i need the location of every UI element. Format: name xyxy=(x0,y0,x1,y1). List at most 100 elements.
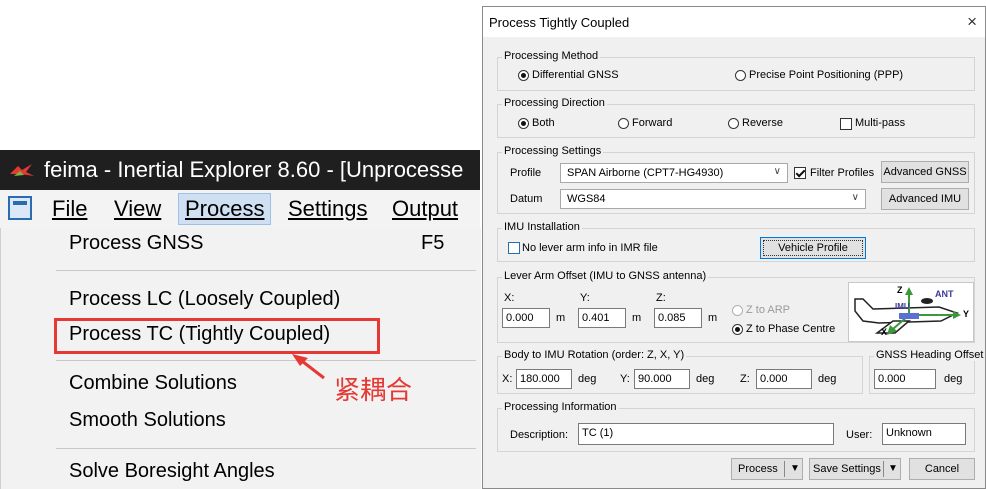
menu-item-smooth-solutions[interactable]: Smooth Solutions xyxy=(69,405,226,435)
user-input[interactable]: Unknown xyxy=(882,423,966,445)
description-input[interactable]: TC (1) xyxy=(578,423,834,445)
process-tc-dialog: Process Tightly Coupled × Processing Met… xyxy=(482,6,986,489)
lever-arm-x-input[interactable]: 0.000 xyxy=(502,308,550,328)
processing-info-group: Processing Information Description: TC (… xyxy=(497,401,975,452)
z-label: Z: xyxy=(656,292,666,304)
ie-window-title: feima - Inertial Explorer 8.60 - [Unproc… xyxy=(44,157,464,182)
advanced-gnss-button[interactable]: Advanced GNSS xyxy=(881,161,969,183)
radio-both[interactable] xyxy=(518,118,529,129)
radio-z-to-phase-centre[interactable] xyxy=(732,324,743,335)
unit-label: deg xyxy=(818,373,837,385)
gnss-heading-group: GNSS Heading Offset 0.000 deg xyxy=(869,349,986,394)
z-label: Z: xyxy=(740,373,750,385)
red-arrow-icon xyxy=(292,354,325,380)
unit-label: m xyxy=(708,312,718,324)
radio-label: Reverse xyxy=(742,117,783,129)
radio-reverse[interactable] xyxy=(728,118,739,129)
datum-select[interactable]: WGS84 ∨ xyxy=(560,189,866,209)
menu-output[interactable]: Output xyxy=(386,194,464,224)
menu-item-process-lc[interactable]: Process LC (Loosely Coupled) xyxy=(69,284,340,314)
radio-differential-gnss[interactable] xyxy=(518,70,529,81)
checkbox-label: Filter Profiles xyxy=(810,167,875,179)
menu-separator xyxy=(56,448,476,449)
group-label: Processing Direction xyxy=(502,97,607,109)
checkbox-label: No lever arm info in IMR file xyxy=(522,242,658,254)
rotation-y-input[interactable]: 90.000 xyxy=(634,369,690,389)
processing-method-group: Processing Method Differential GNSS Prec… xyxy=(497,50,975,91)
group-label: Processing Settings xyxy=(502,145,604,157)
profile-label: Profile xyxy=(510,167,542,179)
chevron-down-icon: ∨ xyxy=(851,192,859,203)
radio-forward[interactable] xyxy=(618,118,629,129)
save-settings-button[interactable]: Save Settings ▼ xyxy=(809,458,901,480)
group-label: IMU Installation xyxy=(502,221,582,233)
group-label: GNSS Heading Offset xyxy=(874,349,986,361)
cancel-button[interactable]: Cancel xyxy=(909,458,975,480)
diagram-y-label: Y xyxy=(963,309,970,319)
chevron-down-icon: ∨ xyxy=(773,166,781,177)
unit-label: m xyxy=(632,312,642,324)
gnss-heading-input[interactable]: 0.000 xyxy=(874,369,936,389)
unit-label: deg xyxy=(696,373,715,385)
ie-title-bar: feima - Inertial Explorer 8.60 - [Unproc… xyxy=(0,150,480,190)
diagram-imu-label: IMU xyxy=(895,302,910,311)
radio-z-to-arp[interactable] xyxy=(732,305,743,316)
radio-label: Forward xyxy=(632,117,673,129)
checkbox-no-lever-arm[interactable] xyxy=(508,242,520,254)
user-label: User: xyxy=(846,429,873,441)
checkbox-multi-pass[interactable] xyxy=(840,118,852,130)
x-label: X: xyxy=(502,373,513,385)
group-label: Processing Method xyxy=(502,50,601,62)
menu-item-process-gnss[interactable]: Process GNSS xyxy=(69,228,203,258)
unit-label: deg xyxy=(578,373,597,385)
feima-logo-icon xyxy=(10,164,34,176)
close-icon[interactable]: × xyxy=(967,12,977,32)
dialog-title-bar: Process Tightly Coupled × xyxy=(483,7,985,37)
rotation-z-input[interactable]: 0.000 xyxy=(756,369,812,389)
aircraft-diagram-icon xyxy=(854,287,961,335)
ie-menubar: File View Process Settings Output xyxy=(0,190,480,228)
checkbox-label: Multi-pass xyxy=(855,117,906,129)
description-label: Description: xyxy=(510,429,569,441)
menu-item-solve-boresight[interactable]: Solve Boresight Angles xyxy=(69,456,275,486)
radio-ppp[interactable] xyxy=(735,70,746,81)
datum-value: WGS84 xyxy=(567,193,606,205)
annotation-label: 紧耦合 xyxy=(334,376,413,406)
menu-view[interactable]: View xyxy=(108,194,167,224)
radio-label: Differential GNSS xyxy=(532,69,619,81)
body-rotation-group: Body to IMU Rotation (order: Z, X, Y) X:… xyxy=(497,349,863,394)
rotation-x-input[interactable]: 180.000 xyxy=(516,369,572,389)
process-button[interactable]: Process ▼ xyxy=(731,458,803,480)
inertial-explorer-window: feima - Inertial Explorer 8.60 - [Unproc… xyxy=(0,0,481,489)
diagram-z-label: Z xyxy=(897,285,903,295)
shortcut-label: F5 xyxy=(421,232,445,254)
group-label: Body to IMU Rotation (order: Z, X, Y) xyxy=(502,349,687,361)
processing-direction-group: Processing Direction Both Forward Revers… xyxy=(497,97,975,138)
diagram-x-label: X xyxy=(881,327,888,337)
menu-item-combine-solutions[interactable]: Combine Solutions xyxy=(69,368,237,398)
highlight-box xyxy=(54,318,380,354)
y-label: Y: xyxy=(620,373,630,385)
imu-installation-group: IMU Installation No lever arm info in IM… xyxy=(497,221,975,262)
y-label: Y: xyxy=(580,292,590,304)
process-menu-dropdown: Process GNSS F5 Process LC (Loosely Coup… xyxy=(0,228,481,489)
dropdown-arrow-icon: ▼ xyxy=(790,463,800,474)
advanced-imu-button[interactable]: Advanced IMU xyxy=(881,188,969,210)
checkbox-filter-profiles[interactable] xyxy=(794,167,806,179)
group-label: Lever Arm Offset (IMU to GNSS antenna) xyxy=(502,270,709,282)
menu-file[interactable]: File xyxy=(46,194,93,224)
menu-settings[interactable]: Settings xyxy=(282,194,374,224)
lever-arm-z-input[interactable]: 0.085 xyxy=(654,308,702,328)
lever-arm-y-input[interactable]: 0.401 xyxy=(578,308,626,328)
radio-label: Z to Phase Centre xyxy=(746,323,836,335)
unit-label: deg xyxy=(944,373,963,385)
radio-label: Both xyxy=(532,117,555,129)
dropdown-arrow-icon: ▼ xyxy=(888,463,898,474)
menu-process[interactable]: Process xyxy=(178,193,272,225)
radio-label: Precise Point Positioning (PPP) xyxy=(749,69,904,81)
menu-separator xyxy=(56,270,476,271)
vehicle-profile-button[interactable]: Vehicle Profile xyxy=(760,237,866,259)
x-label: X: xyxy=(504,292,515,304)
app-icon[interactable] xyxy=(8,196,32,220)
profile-select[interactable]: SPAN Airborne (CPT7-HG4930) ∨ xyxy=(560,163,788,183)
